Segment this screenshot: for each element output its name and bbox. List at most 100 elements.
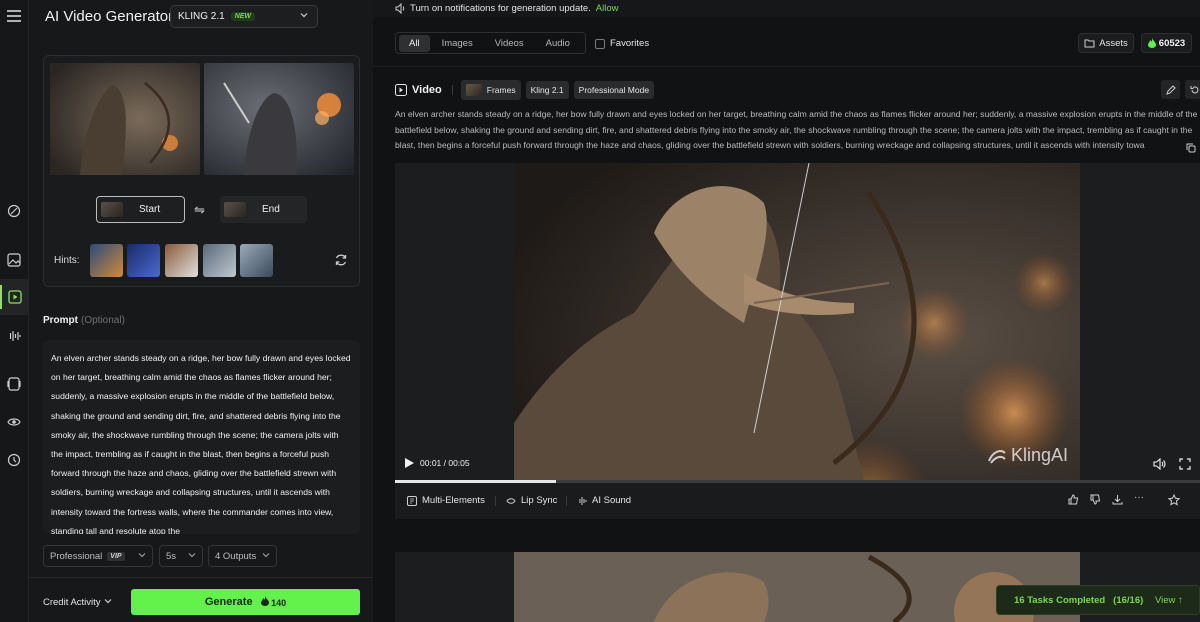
- generator-panel: AI Video Generator KLING 2.1 NEW Start ⇋…: [29, 0, 373, 622]
- prompt-optional: (Optional): [81, 315, 125, 326]
- view-label: View: [1155, 595, 1176, 606]
- chevron-down-icon: [137, 550, 147, 563]
- frames-card: Start ⇋ End Hints:: [43, 55, 360, 287]
- video-player[interactable]: 00:01 / 00:05 KlingAI: [395, 163, 1200, 480]
- divider: [566, 496, 567, 506]
- multi-elements-button[interactable]: Multi-Elements: [407, 495, 485, 506]
- more-icon[interactable]: ···: [1134, 492, 1144, 503]
- arrow-up-icon: ↑: [1178, 595, 1183, 606]
- duration-select[interactable]: 5s: [159, 545, 203, 567]
- regenerate-icon[interactable]: [1185, 80, 1200, 99]
- prompt-input[interactable]: An elven archer stands steady on a ridge…: [43, 340, 360, 534]
- favorites-label: Favorites: [610, 38, 650, 49]
- hint-thumbnail[interactable]: [240, 244, 273, 277]
- fullscreen-icon[interactable]: [1179, 457, 1191, 475]
- generate-button[interactable]: Generate 140: [131, 589, 360, 615]
- end-frame-button[interactable]: End: [220, 196, 307, 223]
- credits-value: 60523: [1158, 37, 1186, 49]
- results-panel: Turn on notifications for generation upd…: [373, 0, 1200, 622]
- tab-videos[interactable]: Videos: [485, 35, 534, 52]
- result-type-label: Video: [412, 84, 442, 96]
- notification-bar: Turn on notifications for generation upd…: [373, 0, 1200, 17]
- favorites-checkbox[interactable]: Favorites: [595, 38, 649, 49]
- hint-thumbnail[interactable]: [127, 244, 160, 277]
- outputs-select[interactable]: 4 Outputs: [208, 545, 277, 567]
- volume-icon[interactable]: [1153, 457, 1166, 475]
- tasks-status: 16 Tasks Completed: [1014, 594, 1106, 606]
- video-icon[interactable]: [0, 279, 29, 315]
- model-select-value: KLING 2.1: [178, 11, 225, 22]
- start-frame-image[interactable]: [50, 63, 200, 175]
- end-frame-label: End: [262, 204, 280, 215]
- speaker-icon: [395, 2, 406, 17]
- star-icon[interactable]: [1167, 493, 1181, 509]
- chevron-down-icon: [299, 10, 309, 23]
- playback-time: 00:01 / 00:05: [420, 458, 470, 468]
- play-icon[interactable]: [405, 458, 414, 468]
- refresh-icon[interactable]: [334, 253, 348, 272]
- view-tasks-link[interactable]: View ↑: [1155, 595, 1183, 606]
- tab-all[interactable]: All: [399, 34, 430, 52]
- app-title: AI Video Generator: [45, 8, 174, 25]
- hint-thumbnail[interactable]: [165, 244, 198, 277]
- start-frame-thumbnail: [101, 202, 123, 217]
- vip-badge: VIP: [107, 551, 125, 561]
- swap-icon[interactable]: ⇋: [194, 202, 205, 218]
- watermark: KlingAI: [987, 445, 1068, 466]
- tasks-count: (16/16): [1113, 594, 1144, 606]
- result-header: Video Frames Kling 2.1 Professional Mode: [395, 80, 659, 100]
- effects-icon[interactable]: [4, 201, 24, 221]
- filter-bar: All Images Videos Audio Favorites Assets…: [373, 17, 1200, 67]
- menu-icon[interactable]: [4, 6, 24, 26]
- generate-label: Generate: [204, 596, 253, 608]
- video-toolbar: Multi-Elements Lip Sync AI Sound ···: [395, 483, 1200, 519]
- multi-elements-label: Multi-Elements: [422, 495, 485, 506]
- tab-images[interactable]: Images: [432, 35, 483, 52]
- end-frame-image[interactable]: [204, 63, 354, 175]
- duration-select-value: 5s: [166, 550, 177, 562]
- download-icon[interactable]: [1112, 494, 1123, 508]
- allow-link[interactable]: Allow: [596, 3, 619, 14]
- edit-icon[interactable]: [1161, 80, 1180, 99]
- lip-sync-icon: [506, 497, 516, 504]
- prompt-label: Prompt (Optional): [43, 315, 125, 326]
- divider: [451, 85, 453, 95]
- mode-select[interactable]: Professional VIP: [43, 545, 153, 567]
- dislike-icon[interactable]: [1090, 494, 1101, 508]
- hint-thumbnail[interactable]: [203, 244, 236, 277]
- history-icon[interactable]: [4, 450, 24, 470]
- assets-label: Assets: [1099, 37, 1128, 49]
- audio-icon[interactable]: [4, 326, 24, 346]
- credits-balance[interactable]: 60523: [1141, 33, 1192, 53]
- chip-mode: Professional Mode: [573, 81, 655, 99]
- media-tabs: All Images Videos Audio: [395, 32, 586, 54]
- start-frame-button[interactable]: Start: [96, 196, 185, 223]
- chip-frames: Frames: [460, 80, 521, 100]
- image-icon[interactable]: [4, 250, 24, 270]
- chip-model: Kling 2.1: [525, 81, 569, 99]
- eye-icon[interactable]: [4, 412, 24, 432]
- ai-sound-label: AI Sound: [592, 495, 632, 506]
- chip-thumbnail: [465, 84, 482, 96]
- lip-sync-button[interactable]: Lip Sync: [506, 495, 557, 506]
- chevron-down-icon: [103, 597, 113, 608]
- ai-sound-button[interactable]: AI Sound: [577, 495, 631, 506]
- hint-thumbnail[interactable]: [90, 244, 123, 277]
- credit-icon: [260, 596, 269, 606]
- canvas-icon[interactable]: [4, 374, 24, 394]
- like-icon[interactable]: [1068, 494, 1079, 508]
- mode-select-value: Professional: [50, 550, 103, 562]
- tab-audio[interactable]: Audio: [536, 35, 580, 52]
- assets-button[interactable]: Assets: [1078, 33, 1134, 53]
- playback-controls: 00:01 / 00:05: [405, 458, 470, 468]
- notification-message: Turn on notifications for generation upd…: [410, 3, 591, 14]
- credit-activity-button[interactable]: Credit Activity: [43, 597, 113, 608]
- chevron-down-icon: [261, 550, 271, 563]
- credit-activity-label: Credit Activity: [43, 597, 101, 608]
- copy-icon[interactable]: [1186, 140, 1196, 158]
- checkbox-icon: [595, 38, 605, 49]
- folder-icon: [1084, 39, 1095, 48]
- outputs-select-value: 4 Outputs: [215, 550, 257, 562]
- model-select[interactable]: KLING 2.1 NEW: [170, 5, 318, 28]
- hints-label: Hints:: [54, 255, 80, 266]
